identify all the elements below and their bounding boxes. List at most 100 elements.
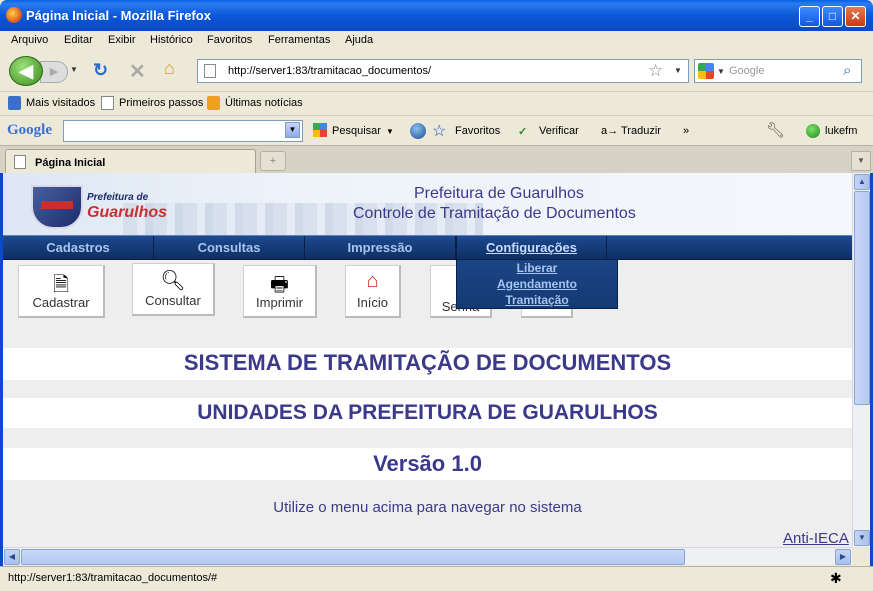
url-bar[interactable]: http://server1:83/tramitacao_documentos/… xyxy=(197,59,689,83)
translate-icon[interactable]: a→ xyxy=(601,125,618,137)
tab-bar: Página Inicial + ▼ xyxy=(0,145,873,174)
bookmark-mais-visitados[interactable]: Mais visitados xyxy=(26,97,95,109)
navigation-toolbar: ▶ ◀ ▼ ↻ ✕ ⌂ http://server1:83/tramitacao… xyxy=(0,51,873,91)
toolbar-imprimir-button[interactable]: 🖶︎ Imprimir xyxy=(243,265,317,318)
status-bar: http://server1:83/tramitacao_documentos/… xyxy=(0,566,873,591)
horizontal-scrollbar[interactable]: ◀ ▶ xyxy=(3,547,852,565)
scroll-left-icon[interactable]: ◀ xyxy=(4,549,20,565)
back-button[interactable]: ◀ xyxy=(9,56,43,86)
prefeitura-logo: Prefeitura de Guarulhos xyxy=(31,185,179,229)
stop-icon[interactable]: ✕ xyxy=(129,59,146,84)
menu-exibir[interactable]: Exibir xyxy=(108,34,136,46)
google-search-icon[interactable] xyxy=(313,123,327,137)
magnifier-icon: 🔍︎ xyxy=(160,270,186,292)
bookmarks-toolbar: Mais visitados Primeiros passos Últimas … xyxy=(0,91,873,115)
anti-ieca-link[interactable]: Anti-IECA xyxy=(783,530,849,547)
submenu-tramitacao[interactable]: Tramitação xyxy=(457,293,617,307)
configuracoes-submenu: Liberar Agendamento Tramitação xyxy=(456,259,618,309)
dropdown-icon[interactable]: ▼ xyxy=(386,127,394,136)
menu-consultas[interactable]: Consultas xyxy=(154,236,305,260)
units-title: UNIDADES DA PREFEITURA DE GUARULHOS xyxy=(197,401,658,424)
submenu-liberar[interactable]: Liberar xyxy=(457,261,617,275)
scroll-down-icon[interactable]: ▼ xyxy=(854,530,870,546)
page-icon xyxy=(204,64,216,78)
menu-cadastros[interactable]: Cadastros xyxy=(3,236,154,260)
menu-arquivo[interactable]: Arquivo xyxy=(11,34,48,46)
close-button[interactable]: ✕ xyxy=(845,6,866,27)
menu-impressao[interactable]: Impressão xyxy=(305,236,456,260)
site-menu: Cadastros Consultas Impressão Configuraç… xyxy=(3,235,852,260)
header-subtitle: Controle de Tramitação de Documentos xyxy=(353,205,636,222)
menu-bar: Arquivo Editar Exibir Histórico Favorito… xyxy=(0,31,873,51)
forward-button[interactable]: ▶ xyxy=(40,61,68,83)
navigation-hint: Utilize o menu acima para navegar no sis… xyxy=(273,499,582,516)
firebug-icon[interactable]: ✱ xyxy=(830,570,842,587)
menu-configuracoes[interactable]: Configurações xyxy=(456,236,607,260)
history-dropdown-icon[interactable]: ▼ xyxy=(70,65,78,74)
search-box[interactable]: ▼ Google ⌕ xyxy=(694,59,862,83)
minimize-button[interactable]: _ xyxy=(799,6,820,27)
toolbar-inicio-button[interactable]: ⌂ Início xyxy=(345,265,401,318)
bookmark-primeiros-passos[interactable]: Primeiros passos xyxy=(119,97,203,109)
firefox-icon xyxy=(6,7,22,23)
star-icon[interactable]: ☆ xyxy=(432,121,446,141)
submenu-agendamento[interactable]: Agendamento xyxy=(457,277,617,291)
menu-historico[interactable]: Histórico xyxy=(150,34,193,46)
rss-icon xyxy=(207,96,220,110)
url-dropdown-icon[interactable]: ▼ xyxy=(674,66,682,75)
menu-favoritos[interactable]: Favoritos xyxy=(207,34,252,46)
google-verificar[interactable]: Verificar xyxy=(539,125,579,137)
page-content: Prefeitura de Guarulhos Prefeitura de Gu… xyxy=(3,173,852,547)
logo-line2: Guarulhos xyxy=(87,204,168,221)
google-logo: Google xyxy=(7,122,52,138)
version-text: Versão 1.0 xyxy=(373,451,482,476)
window-title: Página Inicial - Mozilla Firefox xyxy=(26,8,211,23)
system-title: SISTEMA DE TRAMITAÇÃO DE DOCUMENTOS xyxy=(183,350,672,375)
menu-editar[interactable]: Editar xyxy=(64,34,93,46)
toolbar-cadastrar-button[interactable]: 🗎︎ Cadastrar xyxy=(18,265,105,318)
wrench-icon[interactable]: 🔧︎ xyxy=(766,121,785,139)
page-banner: Prefeitura de Guarulhos Prefeitura de Gu… xyxy=(3,173,852,235)
search-placeholder[interactable]: Google xyxy=(729,65,764,77)
reload-icon[interactable]: ↻ xyxy=(93,60,108,81)
header-title: Prefeitura de Guarulhos xyxy=(414,185,584,202)
globe-icon[interactable] xyxy=(410,123,426,139)
bookmark-ultimas-noticias[interactable]: Últimas notícias xyxy=(225,97,303,109)
engine-dropdown-icon[interactable]: ▼ xyxy=(717,67,725,76)
google-pesquisar[interactable]: Pesquisar xyxy=(332,125,381,137)
scroll-right-icon[interactable]: ▶ xyxy=(835,549,851,565)
tab-pagina-inicial[interactable]: Página Inicial xyxy=(5,149,256,174)
google-more[interactable]: » xyxy=(683,125,689,137)
house-icon: ⌂ xyxy=(366,270,379,292)
url-text[interactable]: http://server1:83/tramitacao_documentos/ xyxy=(228,65,431,77)
tab-label: Página Inicial xyxy=(35,157,106,169)
google-toolbar: Google ▼ Pesquisar ▼ ☆ Favoritos ✓ Verif… xyxy=(0,115,873,145)
google-search-input[interactable] xyxy=(63,120,303,142)
horizontal-scroll-thumb[interactable] xyxy=(21,549,685,565)
spellcheck-icon[interactable]: ✓ xyxy=(518,125,527,138)
vertical-scrollbar[interactable]: ▲ ▼ xyxy=(852,173,870,547)
status-dot-icon xyxy=(806,124,820,138)
scroll-up-icon[interactable]: ▲ xyxy=(854,174,870,190)
status-text: http://server1:83/tramitacao_documentos/… xyxy=(8,572,218,584)
google-search-dropdown-icon[interactable]: ▼ xyxy=(285,122,300,138)
maximize-button[interactable]: □ xyxy=(822,6,843,27)
menu-ferramentas[interactable]: Ferramentas xyxy=(268,34,330,46)
most-visited-icon xyxy=(8,96,21,110)
vertical-scroll-thumb[interactable] xyxy=(854,191,870,405)
page-icon xyxy=(14,155,26,169)
search-icon[interactable]: ⌕ xyxy=(843,62,851,79)
logo-line1: Prefeitura de xyxy=(87,192,149,203)
window-title-bar: Página Inicial - Mozilla Firefox _ □ ✕ xyxy=(0,0,873,31)
menu-ajuda[interactable]: Ajuda xyxy=(345,34,373,46)
google-engine-icon[interactable] xyxy=(698,63,714,79)
toolbar-consultar-button[interactable]: 🔍︎ Consultar xyxy=(132,263,215,316)
home-icon[interactable]: ⌂ xyxy=(164,58,175,79)
page-icon xyxy=(101,96,114,110)
tab-list-dropdown-icon[interactable]: ▼ xyxy=(851,151,871,171)
google-user[interactable]: lukefm xyxy=(825,125,857,137)
bookmark-star-icon[interactable]: ☆ xyxy=(648,61,663,81)
new-tab-button[interactable]: + xyxy=(260,151,286,171)
google-favoritos[interactable]: Favoritos xyxy=(455,125,500,137)
google-traduzir[interactable]: Traduzir xyxy=(621,125,661,137)
